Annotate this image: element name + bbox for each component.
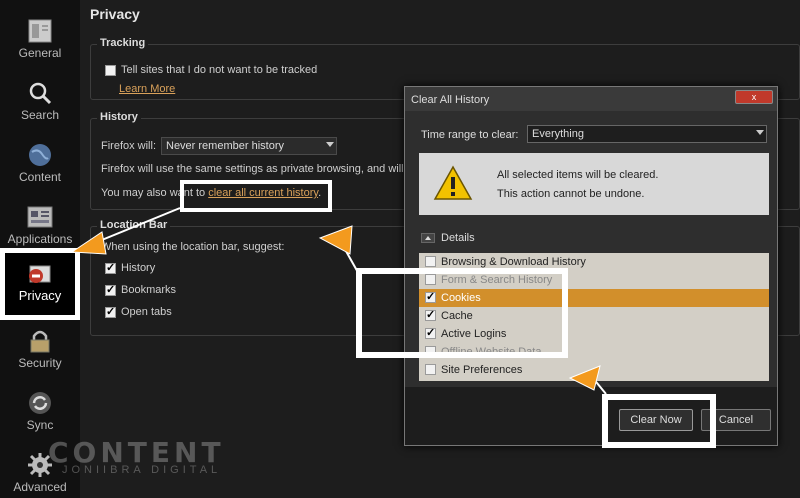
suggest-history-checkbox[interactable]	[105, 261, 116, 274]
highlight-clear-history-link	[180, 180, 332, 212]
learn-more-link[interactable]: Learn More	[119, 83, 175, 95]
time-range-label: Time range to clear:	[421, 129, 519, 141]
details-toggle-button[interactable]	[421, 233, 435, 243]
sidebar-item-privacy[interactable]: Privacy	[0, 248, 80, 320]
do-not-track-label: Tell sites that I do not want to be trac…	[121, 64, 318, 76]
dialog-footer: Clear Now Cancel	[405, 387, 777, 445]
clear-history-dialog: Clear All History x Time range to clear:…	[404, 86, 778, 446]
page-title: Privacy	[90, 6, 140, 22]
time-range-value: Everything	[532, 128, 584, 140]
warning-icon	[433, 165, 473, 200]
suggest-open-tabs-label: Open tabs	[121, 306, 172, 318]
history-caption: History	[97, 111, 141, 123]
sidebar-item-label: Security	[18, 356, 62, 370]
history-description: Firefox will use the same settings as pr…	[101, 163, 419, 175]
do-not-track-checkbox[interactable]	[105, 65, 116, 76]
time-range-select[interactable]: Everything	[527, 125, 767, 143]
dialog-title: Clear All History	[411, 94, 490, 106]
preferences-sidebar: General Search Content Applications Priv…	[0, 0, 80, 498]
suggest-bookmarks-checkbox[interactable]	[105, 283, 116, 296]
item-label: Browsing & Download History	[441, 256, 586, 268]
general-icon	[28, 19, 52, 43]
highlight-items-list	[356, 268, 568, 358]
chevron-down-icon	[326, 142, 334, 147]
sidebar-item-label: Applications	[7, 232, 73, 246]
suggest-open-tabs-checkbox[interactable]	[105, 305, 116, 318]
history-mode-value: Never remember history	[166, 140, 284, 152]
history-mode-select[interactable]: Never remember history	[161, 137, 337, 155]
preferences-window: General Search Content Applications Priv…	[0, 0, 800, 498]
item-checkbox[interactable]	[425, 256, 436, 267]
sidebar-item-sync[interactable]: Sync	[0, 378, 80, 438]
sidebar-item-search[interactable]: Search	[0, 68, 80, 128]
lock-icon	[30, 330, 50, 353]
warning-line-1: All selected items will be cleared.	[497, 169, 659, 181]
sidebar-item-security[interactable]: Security	[0, 316, 80, 376]
sidebar-item-label: Privacy	[18, 288, 62, 303]
list-item[interactable]: Site Preferences	[419, 361, 769, 379]
privacy-icon	[29, 265, 51, 283]
sidebar-item-label: Advanced	[13, 480, 67, 494]
sidebar-item-general[interactable]: General	[0, 6, 80, 66]
watermark-subtitle: JONIIBRA DIGITAL	[62, 464, 222, 476]
sidebar-item-applications[interactable]: Applications	[0, 192, 80, 252]
suggest-history-label: History	[121, 262, 156, 274]
suggest-bookmarks-label: Bookmarks	[121, 284, 177, 296]
warning-box: All selected items will be cleared. This…	[419, 153, 769, 215]
applications-icon	[27, 206, 53, 228]
highlight-clear-now-button	[602, 394, 716, 448]
sidebar-item-content[interactable]: Content	[0, 130, 80, 190]
item-label: Site Preferences	[441, 364, 523, 376]
magnifier-icon	[29, 82, 52, 105]
location-bar-caption: Location Bar	[97, 219, 171, 231]
sidebar-item-label: Sync	[26, 418, 54, 432]
firefox-will-label: Firefox will:	[101, 140, 157, 152]
dialog-titlebar: Clear All History x	[405, 87, 777, 111]
item-checkbox[interactable]	[425, 364, 436, 375]
warning-line-2: This action cannot be undone.	[497, 188, 645, 200]
sidebar-item-label: Search	[20, 108, 60, 122]
suggest-label: When using the location bar, suggest:	[101, 241, 285, 253]
details-label: Details	[441, 232, 475, 244]
tracking-caption: Tracking	[97, 37, 149, 49]
sidebar-item-label: Content	[18, 170, 62, 184]
chevron-down-icon	[756, 130, 764, 135]
sidebar-item-label: General	[18, 46, 62, 60]
globe-icon	[29, 144, 51, 166]
close-icon[interactable]: x	[735, 90, 773, 104]
sync-icon	[29, 392, 51, 414]
